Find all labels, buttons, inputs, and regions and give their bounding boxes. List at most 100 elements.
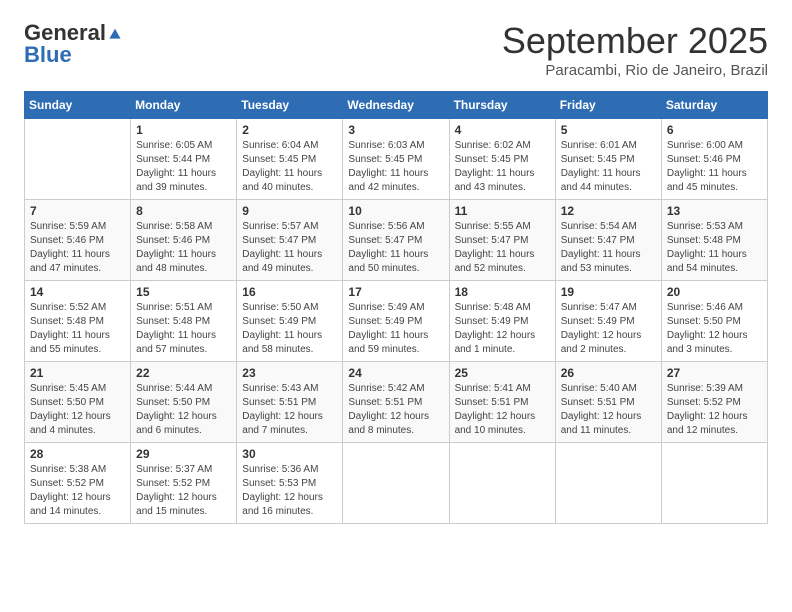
day-number: 7 xyxy=(30,204,125,218)
calendar-cell: 25 Sunrise: 5:41 AMSunset: 5:51 PMDayligh… xyxy=(449,362,555,443)
calendar-table: SundayMondayTuesdayWednesdayThursdayFrid… xyxy=(24,91,768,524)
day-number: 8 xyxy=(136,204,231,218)
day-number: 28 xyxy=(30,447,125,461)
calendar-cell: 1 Sunrise: 6:05 AMSunset: 5:44 PMDaylight… xyxy=(131,119,237,200)
day-info: Sunrise: 6:03 AMSunset: 5:45 PMDaylight:… xyxy=(348,139,443,195)
calendar-cell: 28 Sunrise: 5:38 AMSunset: 5:52 PMDayligh… xyxy=(25,443,131,524)
day-info: Sunrise: 5:40 AMSunset: 5:51 PMDaylight:… xyxy=(561,382,656,438)
day-info: Sunrise: 5:51 AMSunset: 5:48 PMDaylight:… xyxy=(136,301,231,357)
day-info: Sunrise: 5:58 AMSunset: 5:46 PMDaylight:… xyxy=(136,220,231,276)
page-header: General Blue September 2025 Paracambi, R… xyxy=(24,20,768,79)
calendar-cell: 26 Sunrise: 5:40 AMSunset: 5:51 PMDayligh… xyxy=(555,362,661,443)
day-info: Sunrise: 5:46 AMSunset: 5:50 PMDaylight:… xyxy=(667,301,762,357)
day-number: 16 xyxy=(242,285,337,299)
calendar-cell: 21 Sunrise: 5:45 AMSunset: 5:50 PMDayligh… xyxy=(25,362,131,443)
calendar-cell: 9 Sunrise: 5:57 AMSunset: 5:47 PMDaylight… xyxy=(237,200,343,281)
calendar-cell xyxy=(555,443,661,524)
day-number: 29 xyxy=(136,447,231,461)
day-number: 4 xyxy=(455,123,550,137)
day-info: Sunrise: 5:53 AMSunset: 5:48 PMDaylight:… xyxy=(667,220,762,276)
day-number: 17 xyxy=(348,285,443,299)
calendar-cell: 15 Sunrise: 5:51 AMSunset: 5:48 PMDayligh… xyxy=(131,281,237,362)
day-number: 19 xyxy=(561,285,656,299)
calendar-cell: 16 Sunrise: 5:50 AMSunset: 5:49 PMDayligh… xyxy=(237,281,343,362)
logo-blue-text: Blue xyxy=(24,42,72,68)
day-number: 12 xyxy=(561,204,656,218)
day-info: Sunrise: 6:00 AMSunset: 5:46 PMDaylight:… xyxy=(667,139,762,195)
day-info: Sunrise: 5:49 AMSunset: 5:49 PMDaylight:… xyxy=(348,301,443,357)
day-info: Sunrise: 5:43 AMSunset: 5:51 PMDaylight:… xyxy=(242,382,337,438)
day-info: Sunrise: 5:59 AMSunset: 5:46 PMDaylight:… xyxy=(30,220,125,276)
calendar-week-row: 14Sunrise: 5:52 AMSunset: 5:48 PMDayligh… xyxy=(25,281,768,362)
calendar-cell: 22Sunrise: 5:44 AMSunset: 5:50 PMDayligh… xyxy=(131,362,237,443)
calendar-cell: 18 Sunrise: 5:48 AMSunset: 5:49 PMDayligh… xyxy=(449,281,555,362)
day-number: 25 xyxy=(455,366,550,380)
day-info: Sunrise: 5:48 AMSunset: 5:49 PMDaylight:… xyxy=(455,301,550,357)
calendar-week-row: 7 Sunrise: 5:59 AMSunset: 5:46 PMDaylight… xyxy=(25,200,768,281)
day-number: 11 xyxy=(455,204,550,218)
day-number: 14 xyxy=(30,285,125,299)
weekday-header: Wednesday xyxy=(343,92,449,119)
weekday-header: Friday xyxy=(555,92,661,119)
day-info: Sunrise: 5:41 AMSunset: 5:51 PMDaylight:… xyxy=(455,382,550,438)
logo: General Blue xyxy=(24,20,122,68)
logo-icon xyxy=(108,26,122,40)
calendar-cell xyxy=(25,119,131,200)
day-info: Sunrise: 6:01 AMSunset: 5:45 PMDaylight:… xyxy=(561,139,656,195)
calendar-week-row: 1 Sunrise: 6:05 AMSunset: 5:44 PMDaylight… xyxy=(25,119,768,200)
day-number: 26 xyxy=(561,366,656,380)
day-number: 21 xyxy=(30,366,125,380)
day-info: Sunrise: 5:42 AMSunset: 5:51 PMDaylight:… xyxy=(348,382,443,438)
day-number: 9 xyxy=(242,204,337,218)
day-info: Sunrise: 6:05 AMSunset: 5:44 PMDaylight:… xyxy=(136,139,231,195)
day-info: Sunrise: 5:55 AMSunset: 5:47 PMDaylight:… xyxy=(455,220,550,276)
day-info: Sunrise: 6:04 AMSunset: 5:45 PMDaylight:… xyxy=(242,139,337,195)
calendar-week-row: 28 Sunrise: 5:38 AMSunset: 5:52 PMDayligh… xyxy=(25,443,768,524)
calendar-cell: 17 Sunrise: 5:49 AMSunset: 5:49 PMDayligh… xyxy=(343,281,449,362)
weekday-header: Tuesday xyxy=(237,92,343,119)
day-number: 6 xyxy=(667,123,762,137)
calendar-cell: 29 Sunrise: 5:37 AMSunset: 5:52 PMDayligh… xyxy=(131,443,237,524)
day-number: 2 xyxy=(242,123,337,137)
day-number: 1 xyxy=(136,123,231,137)
calendar-cell xyxy=(661,443,767,524)
day-info: Sunrise: 6:02 AMSunset: 5:45 PMDaylight:… xyxy=(455,139,550,195)
day-info: Sunrise: 5:47 AMSunset: 5:49 PMDaylight:… xyxy=(561,301,656,357)
day-info: Sunrise: 5:50 AMSunset: 5:49 PMDaylight:… xyxy=(242,301,337,357)
calendar-cell: 6 Sunrise: 6:00 AMSunset: 5:46 PMDaylight… xyxy=(661,119,767,200)
day-info: Sunrise: 5:36 AMSunset: 5:53 PMDaylight:… xyxy=(242,463,337,519)
weekday-header: Saturday xyxy=(661,92,767,119)
day-number: 18 xyxy=(455,285,550,299)
title-block: September 2025 Paracambi, Rio de Janeiro… xyxy=(502,20,768,79)
day-info: Sunrise: 5:57 AMSunset: 5:47 PMDaylight:… xyxy=(242,220,337,276)
calendar-cell: 4 Sunrise: 6:02 AMSunset: 5:45 PMDaylight… xyxy=(449,119,555,200)
day-info: Sunrise: 5:44 AMSunset: 5:50 PMDaylight:… xyxy=(136,382,231,438)
day-info: Sunrise: 5:38 AMSunset: 5:52 PMDaylight:… xyxy=(30,463,125,519)
calendar-cell: 12Sunrise: 5:54 AMSunset: 5:47 PMDayligh… xyxy=(555,200,661,281)
calendar-cell: 7 Sunrise: 5:59 AMSunset: 5:46 PMDaylight… xyxy=(25,200,131,281)
calendar-cell: 2 Sunrise: 6:04 AMSunset: 5:45 PMDaylight… xyxy=(237,119,343,200)
weekday-header: Sunday xyxy=(25,92,131,119)
day-number: 13 xyxy=(667,204,762,218)
weekday-header: Thursday xyxy=(449,92,555,119)
day-info: Sunrise: 5:45 AMSunset: 5:50 PMDaylight:… xyxy=(30,382,125,438)
weekday-header: Monday xyxy=(131,92,237,119)
calendar-cell: 19 Sunrise: 5:47 AMSunset: 5:49 PMDayligh… xyxy=(555,281,661,362)
calendar-cell: 3Sunrise: 6:03 AMSunset: 5:45 PMDaylight… xyxy=(343,119,449,200)
day-number: 15 xyxy=(136,285,231,299)
calendar-header-row: SundayMondayTuesdayWednesdayThursdayFrid… xyxy=(25,92,768,119)
calendar-cell: 5 Sunrise: 6:01 AMSunset: 5:45 PMDaylight… xyxy=(555,119,661,200)
day-number: 5 xyxy=(561,123,656,137)
calendar-cell: 14Sunrise: 5:52 AMSunset: 5:48 PMDayligh… xyxy=(25,281,131,362)
day-number: 23 xyxy=(242,366,337,380)
month-title: September 2025 xyxy=(502,20,768,62)
day-info: Sunrise: 5:56 AMSunset: 5:47 PMDaylight:… xyxy=(348,220,443,276)
calendar-week-row: 21 Sunrise: 5:45 AMSunset: 5:50 PMDayligh… xyxy=(25,362,768,443)
calendar-cell: 13 Sunrise: 5:53 AMSunset: 5:48 PMDayligh… xyxy=(661,200,767,281)
calendar-cell: 30Sunrise: 5:36 AMSunset: 5:53 PMDayligh… xyxy=(237,443,343,524)
day-info: Sunrise: 5:37 AMSunset: 5:52 PMDaylight:… xyxy=(136,463,231,519)
calendar-cell: 8 Sunrise: 5:58 AMSunset: 5:46 PMDaylight… xyxy=(131,200,237,281)
day-number: 27 xyxy=(667,366,762,380)
calendar-cell: 27Sunrise: 5:39 AMSunset: 5:52 PMDayligh… xyxy=(661,362,767,443)
day-number: 24 xyxy=(348,366,443,380)
